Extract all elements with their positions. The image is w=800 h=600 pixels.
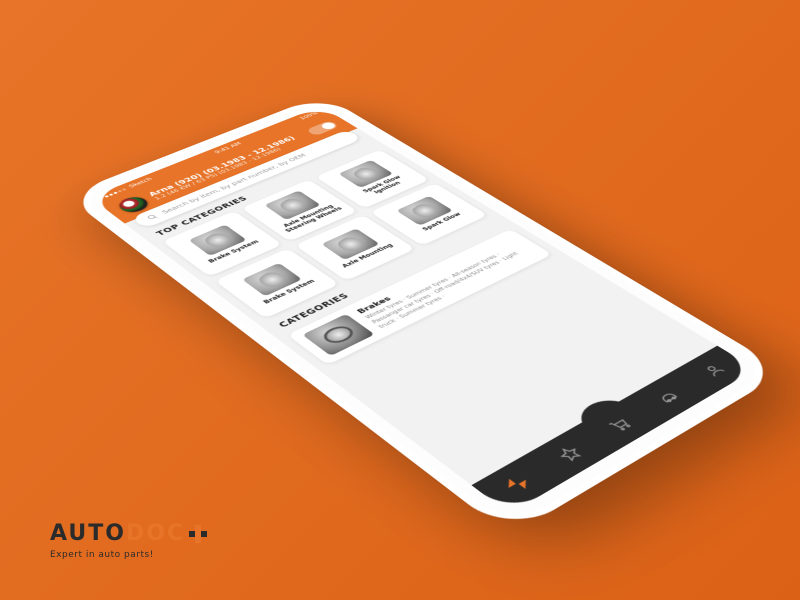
home-icon[interactable] bbox=[502, 474, 532, 494]
search-icon bbox=[145, 213, 160, 221]
card-label: Brake System bbox=[260, 278, 320, 307]
star-icon[interactable] bbox=[555, 444, 585, 463]
plus-icon bbox=[189, 525, 207, 543]
brand-tagline: Expert in auto parts! bbox=[50, 550, 154, 560]
profile-icon[interactable] bbox=[700, 362, 728, 379]
screen: Sketch 9:41 AM 100% Arna (920) (03.1983 … bbox=[90, 106, 756, 514]
brand-logo: AUTODOC Expert in auto parts! bbox=[50, 521, 207, 560]
brand-name-b: DOC bbox=[126, 521, 185, 546]
cart-icon[interactable] bbox=[605, 416, 634, 434]
brand-name-a: AUTO bbox=[50, 521, 126, 546]
phone-frame: Sketch 9:41 AM 100% Arna (920) (03.1983 … bbox=[65, 95, 786, 536]
part-icon bbox=[302, 314, 374, 356]
car-icon[interactable] bbox=[654, 388, 683, 406]
